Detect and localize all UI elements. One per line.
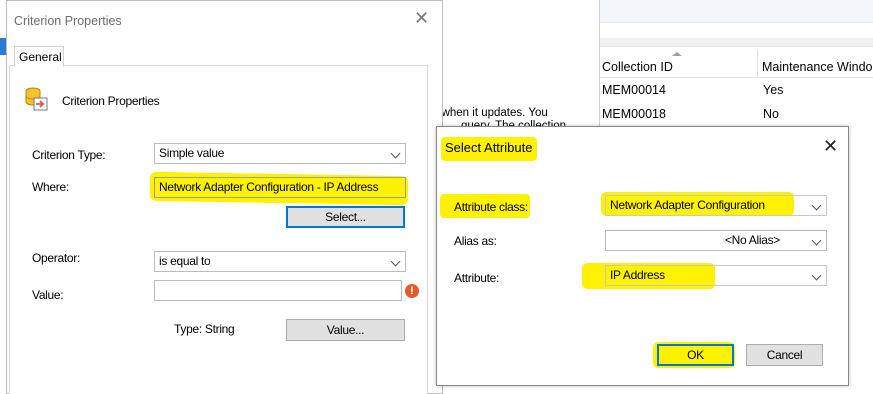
close-icon[interactable]: ✕ <box>823 136 838 157</box>
table-cell-maintenance[interactable]: Yes <box>763 83 783 97</box>
column-header-collection-id[interactable]: Collection ID <box>600 50 758 78</box>
ok-button[interactable]: OK <box>657 344 734 366</box>
operator-label: Operator: <box>32 251 80 265</box>
operator-value: is equal to <box>159 254 211 268</box>
attribute-value: IP Address <box>610 268 665 282</box>
table-cell-maintenance[interactable]: No <box>763 107 779 121</box>
chevron-down-icon <box>811 200 822 211</box>
criterion-type-label: Criterion Type: <box>32 148 106 162</box>
criterion-type-value: Simple value <box>159 146 225 160</box>
attribute-class-value: Network Adapter Configuration <box>610 198 765 212</box>
operator-select[interactable]: is equal to <box>154 251 406 272</box>
alias-select[interactable]: <No Alias> <box>605 230 827 251</box>
alias-label: Alias as: <box>454 234 497 248</box>
criterion-properties-icon <box>23 86 49 112</box>
attribute-class-label: Attribute class: <box>454 200 528 214</box>
attribute-label: Attribute: <box>454 271 500 285</box>
alias-value: <No Alias> <box>724 233 780 247</box>
value-label: Value: <box>32 288 64 302</box>
tab-general[interactable]: General <box>14 46 64 67</box>
chevron-down-icon <box>390 256 401 267</box>
dialog-title: Select Attribute <box>445 140 533 155</box>
criterion-type-select[interactable]: Simple value <box>154 143 406 164</box>
chevron-down-icon <box>811 235 822 246</box>
background-description-line: n when it updates. You <box>432 107 548 119</box>
value-input[interactable] <box>154 280 402 301</box>
chevron-down-icon <box>811 270 822 281</box>
dialog-header-text: Criterion Properties <box>62 94 160 108</box>
table-cell-collection-id[interactable]: MEM00018 <box>602 107 666 121</box>
select-button[interactable]: Select... <box>286 206 405 228</box>
chevron-down-icon <box>390 148 401 159</box>
dialog-title: Criterion Properties <box>14 14 122 28</box>
table-cell-collection-id[interactable]: MEM00014 <box>602 83 666 97</box>
close-icon[interactable]: ✕ <box>414 8 429 29</box>
background-toolbar-strip <box>600 38 873 47</box>
column-header-maintenance-window[interactable]: Maintenance Windo <box>758 50 873 78</box>
error-icon: ! <box>405 284 419 298</box>
attribute-select[interactable]: IP Address <box>605 265 827 286</box>
cancel-button[interactable]: Cancel <box>746 344 823 366</box>
general-tab-panel <box>9 65 428 394</box>
value-button[interactable]: Value... <box>286 319 405 341</box>
where-field[interactable]: Network Adapter Configuration - IP Addre… <box>154 177 406 198</box>
background-header-band <box>600 0 873 23</box>
attribute-class-select[interactable]: Network Adapter Configuration <box>605 195 827 216</box>
type-string-text: Type: String <box>174 322 235 336</box>
where-label: Where: <box>32 180 69 194</box>
